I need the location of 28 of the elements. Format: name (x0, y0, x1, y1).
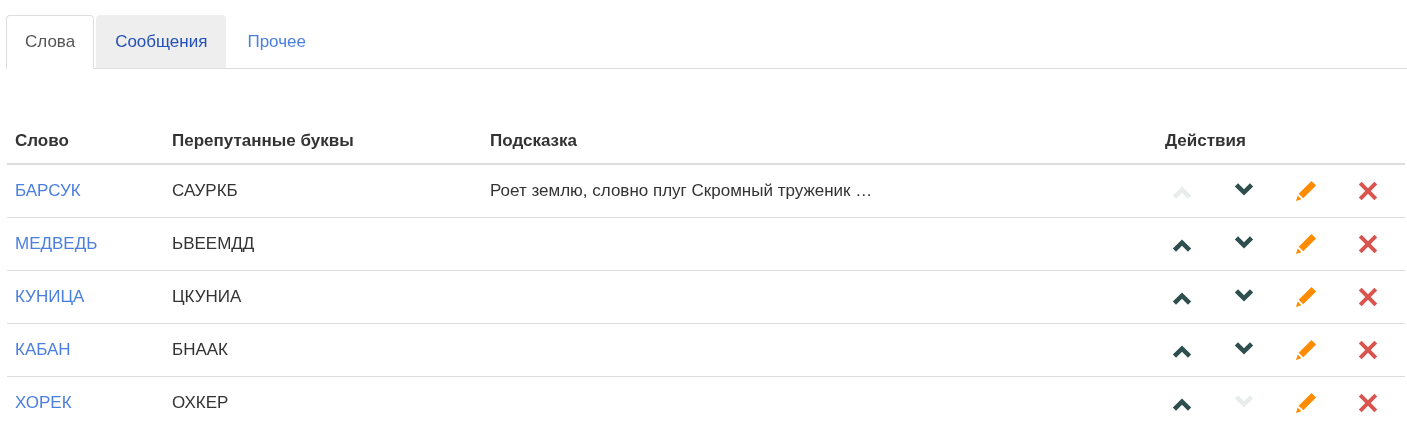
delete-icon[interactable] (1357, 392, 1379, 414)
word-link[interactable]: ХОРЕК (15, 393, 72, 412)
pencil-icon[interactable] (1295, 339, 1317, 361)
column-header: Слово (15, 131, 69, 150)
table-cell: БНААК (172, 340, 228, 359)
pencil-icon[interactable] (1295, 233, 1317, 255)
tab[interactable]: Слова (6, 15, 95, 69)
delete-icon[interactable] (1357, 286, 1379, 308)
tab[interactable]: Сообщения (96, 15, 227, 68)
table-cell: ЦКУНИА (172, 287, 242, 306)
tab[interactable]: Прочее (228, 15, 325, 68)
column-header: Перепутанные буквы (172, 131, 354, 150)
table-cell: ЬВЕЕМДД (172, 234, 255, 253)
word-link[interactable]: БАРСУК (15, 181, 81, 200)
table-cell: ОХКЕР (172, 393, 229, 412)
delete-icon[interactable] (1357, 339, 1379, 361)
column-header: Подсказка (490, 131, 577, 150)
pencil-icon[interactable] (1295, 286, 1317, 308)
pencil-icon[interactable] (1295, 180, 1317, 202)
pencil-icon[interactable] (1295, 392, 1317, 414)
column-header: Действия (1165, 131, 1246, 150)
delete-icon[interactable] (1357, 233, 1379, 255)
table-cell: САУРКБ (172, 181, 238, 200)
word-link[interactable]: КУНИЦА (15, 287, 85, 306)
delete-icon[interactable] (1357, 180, 1379, 202)
word-link[interactable]: КАБАН (15, 340, 71, 359)
table-cell: Роет землю, словно плуг Скромный труженик … (490, 181, 873, 200)
word-link[interactable]: МЕДВЕДЬ (15, 234, 98, 253)
